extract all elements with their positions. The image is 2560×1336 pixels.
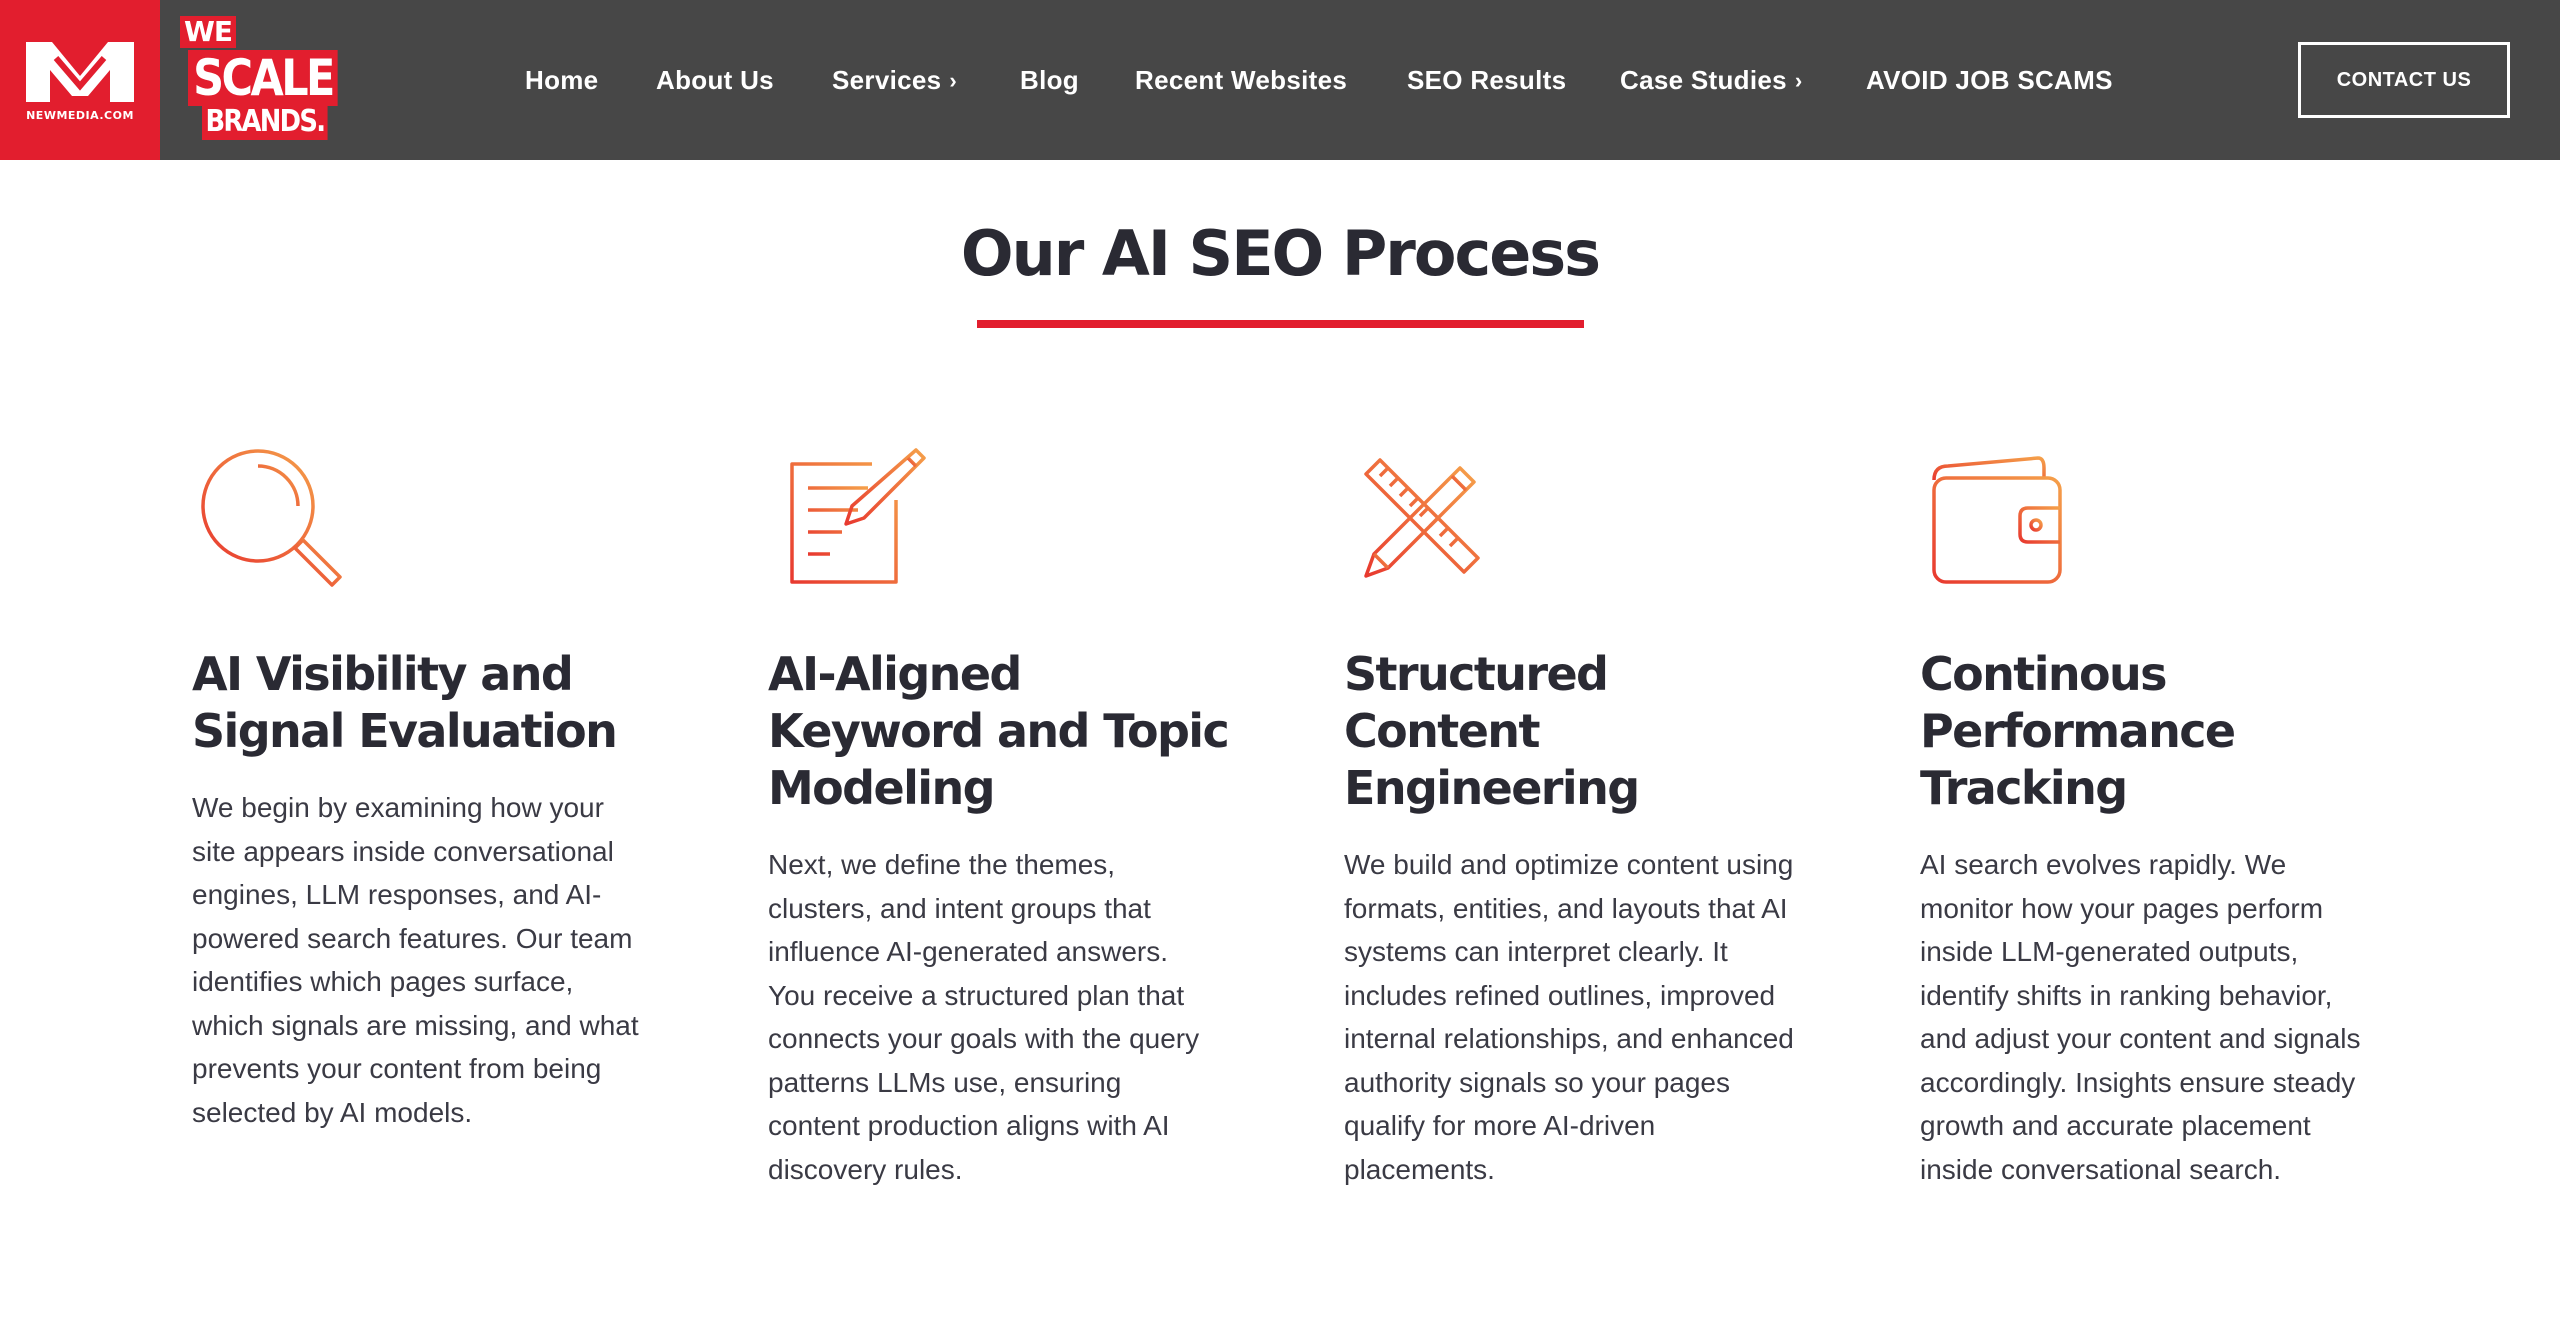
nav-item-label: AVOID JOB SCAMS	[1866, 65, 2113, 95]
step-title: Structured Content Engineering	[1344, 647, 1640, 815]
nav-item-blog[interactable]: Blog	[1020, 64, 1079, 96]
nav-item-label: About Us	[656, 65, 774, 95]
document-pencil-icon	[790, 448, 926, 584]
nav-item-label: Recent Websites	[1135, 65, 1348, 95]
nm-logo-mark-icon	[26, 42, 134, 102]
contact-us-button[interactable]: CONTACT US	[2298, 42, 2510, 118]
nav-item-label: Blog	[1020, 65, 1079, 95]
magnifier-icon	[201, 449, 342, 587]
nav-item-case-studies[interactable]: Case Studies ›	[1620, 64, 1803, 98]
step-body: Next, we define the themes, clusters, an…	[768, 849, 1200, 1185]
title-underline	[977, 320, 1584, 328]
newmedia-logo[interactable]: NEWMEDIA.COM	[0, 0, 160, 160]
chevron-right-icon: ›	[1794, 68, 1803, 93]
nav-item-recent-websites[interactable]: Recent Websites	[1135, 64, 1347, 96]
step-body: We begin by examining how your site appe…	[192, 792, 639, 1128]
nav-item-seo-results[interactable]: SEO Results	[1407, 64, 1566, 96]
section-title: Our AI SEO Process	[960, 217, 1601, 290]
logo-scale-text: SCALE	[188, 50, 339, 106]
nav-item-home[interactable]: Home	[525, 64, 598, 96]
site-header: NEWMEDIA.COM WE SCALE BRANDS. Home About…	[0, 0, 2560, 160]
step-body: AI search evolves rapidly. We monitor ho…	[1920, 849, 2361, 1185]
newmedia-logo-text: NEWMEDIA.COM	[26, 109, 134, 122]
nav-item-label: SEO Results	[1407, 65, 1567, 95]
nav-item-label: Home	[525, 65, 599, 95]
nav-item-avoid-job-scams[interactable]: AVOID JOB SCAMS	[1866, 64, 2113, 96]
pencil-ruler-icon	[1364, 458, 1480, 578]
nav-item-services[interactable]: Services ›	[832, 64, 957, 98]
nav-item-label: Case Studies	[1620, 65, 1787, 95]
we-scale-brands-logo[interactable]: WE SCALE BRANDS.	[180, 16, 339, 144]
step-title: Continous Performance Tracking	[1920, 647, 2236, 815]
nav-item-about-us[interactable]: About Us	[656, 64, 774, 96]
chevron-right-icon: ›	[949, 68, 958, 93]
step-title: AI Visibility and Signal Evaluation	[192, 647, 618, 758]
step-body: We build and optimize content using form…	[1344, 849, 1794, 1185]
step-title: AI-Aligned Keyword and Topic Modeling	[768, 647, 1230, 815]
wallet-icon	[1932, 456, 2062, 584]
nav-item-label: Services	[832, 65, 942, 95]
logo-brands-text: BRANDS.	[202, 104, 328, 140]
logo-we-text: WE	[180, 16, 237, 48]
